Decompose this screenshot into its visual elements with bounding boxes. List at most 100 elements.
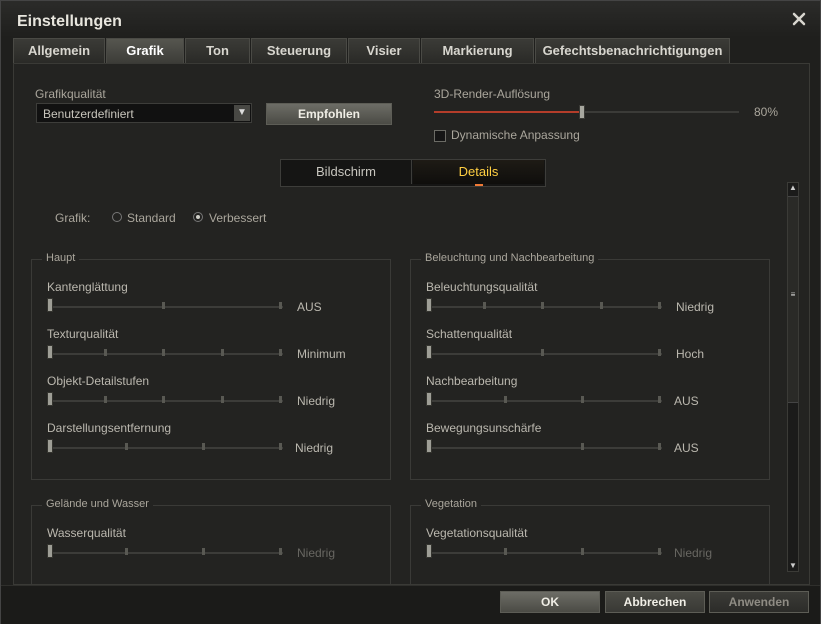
chevron-down-icon[interactable]: ▼ bbox=[234, 105, 250, 121]
render-resolution-slider[interactable] bbox=[434, 105, 739, 119]
slider-thumb[interactable] bbox=[426, 439, 432, 453]
setting-value: Niedrig bbox=[676, 300, 715, 314]
improved-label: Verbessert bbox=[209, 211, 267, 225]
slider-tick bbox=[104, 349, 107, 356]
slider-tick bbox=[504, 548, 507, 555]
vertical-scrollbar[interactable]: ▲ ≡ ▼ bbox=[787, 182, 799, 572]
lighting-group-title: Beleuchtung und Nachbearbeitung bbox=[421, 252, 599, 264]
improved-radio[interactable] bbox=[193, 212, 203, 222]
tab-details[interactable]: Details bbox=[413, 160, 544, 186]
slider-tick bbox=[202, 548, 205, 555]
slider-tick bbox=[658, 443, 661, 450]
slider-tick bbox=[581, 548, 584, 555]
slider-tick bbox=[125, 443, 128, 450]
slider-thumb[interactable] bbox=[47, 345, 53, 359]
slider-thumb[interactable] bbox=[47, 298, 53, 312]
texture-slider[interactable] bbox=[47, 345, 283, 359]
dynamic-adjustment-label: Dynamische Anpassung bbox=[451, 128, 580, 142]
shadow-slider[interactable] bbox=[426, 345, 662, 359]
slider-thumb[interactable] bbox=[47, 392, 53, 406]
window-title: Einstellungen bbox=[17, 13, 122, 30]
ok-button[interactable]: OK bbox=[500, 591, 600, 613]
apply-button[interactable]: Anwenden bbox=[709, 591, 809, 613]
slider-tick bbox=[541, 349, 544, 356]
slider-thumb[interactable] bbox=[426, 298, 432, 312]
tab-steuerung[interactable]: Steuerung bbox=[251, 38, 347, 63]
terrain-group-title: Gelände und Wasser bbox=[42, 498, 153, 510]
slider-tick bbox=[104, 396, 107, 403]
standard-radio[interactable] bbox=[112, 212, 122, 222]
setting-value: Niedrig bbox=[674, 546, 713, 560]
render-resolution-thumb[interactable] bbox=[579, 105, 585, 119]
slider-thumb[interactable] bbox=[47, 544, 53, 558]
vegetation-slider[interactable] bbox=[426, 544, 662, 558]
vegetation-group-title: Vegetation bbox=[421, 498, 481, 510]
slider-tick bbox=[279, 443, 282, 450]
close-icon[interactable] bbox=[792, 12, 806, 26]
slider-tick bbox=[279, 349, 282, 356]
setting-label: Wasserqualität bbox=[47, 526, 126, 540]
tab-allgemein[interactable]: Allgemein bbox=[13, 38, 105, 63]
setting-label: Objekt-Detailstufen bbox=[47, 374, 150, 388]
setting-value: Hoch bbox=[676, 347, 705, 361]
tab-ton[interactable]: Ton bbox=[185, 38, 250, 63]
setting-label: Beleuchtungsqualität bbox=[426, 280, 538, 294]
tab-markierung[interactable]: Markierung bbox=[421, 38, 534, 63]
render-resolution-value: 80% bbox=[754, 105, 779, 119]
cancel-button[interactable]: Abbrechen bbox=[605, 591, 705, 613]
setting-value: AUS bbox=[297, 300, 322, 314]
slider-tick bbox=[483, 302, 486, 309]
recommended-button[interactable]: Empfohlen bbox=[266, 103, 392, 125]
slider-tick bbox=[504, 396, 507, 403]
setting-value: Minimum bbox=[297, 347, 346, 361]
setting-value: AUS bbox=[674, 394, 699, 408]
slider-tick bbox=[658, 548, 661, 555]
tab-gefechtsbenachrichtigungen[interactable]: Gefechtsbenachrichtigungen bbox=[535, 38, 730, 63]
scroll-up-icon[interactable]: ▲ bbox=[788, 183, 798, 193]
standard-label: Standard bbox=[127, 211, 176, 225]
grip-icon: ≡ bbox=[790, 290, 796, 299]
setting-label: Kantenglättung bbox=[47, 280, 128, 294]
tab-grafik[interactable]: Grafik bbox=[106, 38, 184, 63]
water-slider[interactable] bbox=[47, 544, 283, 558]
settings-window: Einstellungen Allgemein Grafik Ton Steue… bbox=[0, 0, 821, 624]
slider-tick bbox=[581, 443, 584, 450]
setting-label: Texturqualität bbox=[47, 327, 119, 341]
close-icon-glyph bbox=[792, 12, 806, 26]
setting-value: Niedrig bbox=[295, 441, 334, 455]
slider-tick bbox=[279, 302, 282, 309]
motion-blur-slider[interactable] bbox=[426, 439, 662, 453]
vegetation-settings-group: Vegetation bbox=[410, 498, 770, 587]
slider-thumb[interactable] bbox=[47, 439, 53, 453]
setting-label: Nachbearbeitung bbox=[426, 374, 518, 388]
setting-label: Bewegungsunschärfe bbox=[426, 421, 542, 435]
quality-select[interactable]: Benutzerdefiniert ▼ bbox=[36, 103, 252, 123]
slider-tick bbox=[221, 396, 224, 403]
post-processing-slider[interactable] bbox=[426, 392, 662, 406]
render-resolution-label: 3D-Render-Auflösung bbox=[434, 87, 551, 101]
draw-distance-slider[interactable] bbox=[47, 439, 283, 453]
slider-thumb[interactable] bbox=[426, 544, 432, 558]
quality-label: Grafikqualität bbox=[35, 87, 106, 101]
tab-bildschirm[interactable]: Bildschirm bbox=[281, 160, 412, 184]
slider-tick bbox=[202, 443, 205, 450]
object-detail-slider[interactable] bbox=[47, 392, 283, 406]
slider-tick bbox=[162, 302, 165, 309]
tab-visier[interactable]: Visier bbox=[348, 38, 420, 63]
lighting-slider[interactable] bbox=[426, 298, 662, 312]
antialiasing-slider[interactable] bbox=[47, 298, 283, 312]
slider-tick bbox=[221, 349, 224, 356]
slider-tick bbox=[162, 396, 165, 403]
slider-tick bbox=[658, 302, 661, 309]
slider-tick bbox=[581, 396, 584, 403]
scroll-thumb[interactable]: ≡ bbox=[788, 196, 798, 403]
scroll-down-icon[interactable]: ▼ bbox=[788, 561, 798, 571]
slider-thumb[interactable] bbox=[426, 392, 432, 406]
dynamic-adjustment-checkbox[interactable] bbox=[434, 130, 446, 142]
setting-value: Niedrig bbox=[297, 546, 336, 560]
render-resolution-fill bbox=[434, 111, 582, 113]
slider-thumb[interactable] bbox=[426, 345, 432, 359]
graphics-settings-panel: Grafikqualität Benutzerdefiniert ▼ Empfo… bbox=[13, 63, 810, 587]
slider-tick bbox=[600, 302, 603, 309]
slider-tick bbox=[658, 349, 661, 356]
